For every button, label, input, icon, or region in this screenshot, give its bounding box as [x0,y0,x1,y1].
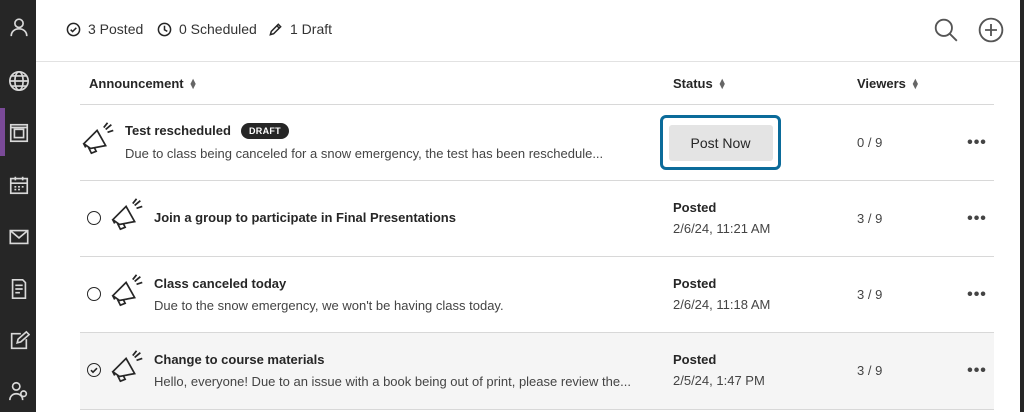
person-icon[interactable] [6,14,32,40]
draft-count-label: 1 Draft [290,21,333,37]
announcement-description: Due to class being canceled for a snow e… [125,146,604,161]
announcements-panel: 3 Posted 0 Scheduled 1 Draft Announcemen… [36,0,1024,412]
announcement-column-header[interactable]: Announcement ▲ ▼ [89,76,198,91]
more-options-icon[interactable]: ••• [966,362,988,379]
announcement-title[interactable]: Change to course materials [154,352,325,367]
viewers-count: 3 / 9 [857,287,883,302]
post-now-focus-ring: Post Now [660,115,781,170]
table-row[interactable]: Join a group to participate in Final Pre… [80,181,994,257]
posted-status-radio[interactable] [87,211,101,225]
sort-icon: ▲ ▼ [910,75,920,91]
table-row[interactable]: Class canceled today Due to the snow eme… [80,257,994,333]
table-row[interactable]: Change to course materials Hello, everyo… [80,333,994,410]
globe-icon[interactable] [6,68,32,94]
megaphone-icon [111,274,143,307]
more-options-icon[interactable]: ••• [966,210,988,227]
announcement-title[interactable]: Class canceled today [154,276,286,291]
viewers-count: 0 / 9 [857,135,883,150]
left-sidebar [0,0,36,412]
course-icon[interactable] [6,120,32,146]
post-now-button[interactable]: Post Now [668,124,773,161]
viewers-count: 3 / 9 [857,211,883,226]
announcement-description: Hello, everyone! Due to an issue with a … [154,374,631,389]
announcement-description: Due to the snow emergency, we won't be h… [154,298,504,313]
grades-icon[interactable] [6,276,32,302]
draft-count: 1 Draft [268,21,332,37]
posted-status-radio[interactable] [87,287,101,301]
sidebar-active-indicator [0,108,5,156]
more-options-icon[interactable]: ••• [966,134,988,151]
table-header: Announcement ▲ ▼ Status ▲ ▼ Viewers ▲ ▼ [80,62,994,105]
clock-icon [157,22,172,36]
pencil-icon [269,22,282,36]
check-icon [90,367,98,374]
draft-badge: DRAFT [240,123,289,139]
announcements-table: Announcement ▲ ▼ Status ▲ ▼ Viewers ▲ ▼ Tes… [80,62,994,410]
megaphone-icon [111,198,143,231]
mail-icon[interactable] [6,224,32,250]
status-label: Posted [673,200,717,215]
sort-icon: ▲ ▼ [717,75,727,91]
edit-icon[interactable] [6,328,32,354]
sort-icon: ▲ ▼ [188,75,198,91]
panel-scroll-edge [1020,0,1024,412]
search-icon[interactable] [932,16,960,44]
status-date: 2/5/24, 1:47 PM [673,373,765,388]
posted-count-label: 3 Posted [88,21,144,37]
status-column-header[interactable]: Status ▲ ▼ [673,76,727,91]
status-label: Posted [673,276,717,291]
megaphone-icon [82,122,114,155]
viewers-count: 3 / 9 [857,363,883,378]
posted-status-radio-selected[interactable] [87,363,101,377]
announcement-title[interactable]: Join a group to participate in Final Pre… [154,210,456,225]
calendar-icon[interactable] [6,172,32,198]
scheduled-count: 0 Scheduled [157,21,257,37]
status-date: 2/6/24, 11:21 AM [673,221,771,236]
scheduled-count-label: 0 Scheduled [179,21,257,37]
status-date: 2/6/24, 11:18 AM [673,297,771,312]
check-circle-icon [66,22,81,36]
status-label: Posted [673,352,717,367]
more-options-icon[interactable]: ••• [966,286,988,303]
table-row[interactable]: Test rescheduled DRAFT Due to class being… [80,105,994,181]
viewers-column-header[interactable]: Viewers ▲ ▼ [857,76,920,91]
posted-count: 3 Posted [66,21,143,37]
announcement-title[interactable]: Test rescheduled DRAFT [125,123,289,139]
plus-circle-icon[interactable] [977,16,1005,44]
megaphone-icon [111,350,143,383]
people-icon[interactable] [6,378,32,404]
announcements-toolbar: 3 Posted 0 Scheduled 1 Draft [36,0,1020,62]
